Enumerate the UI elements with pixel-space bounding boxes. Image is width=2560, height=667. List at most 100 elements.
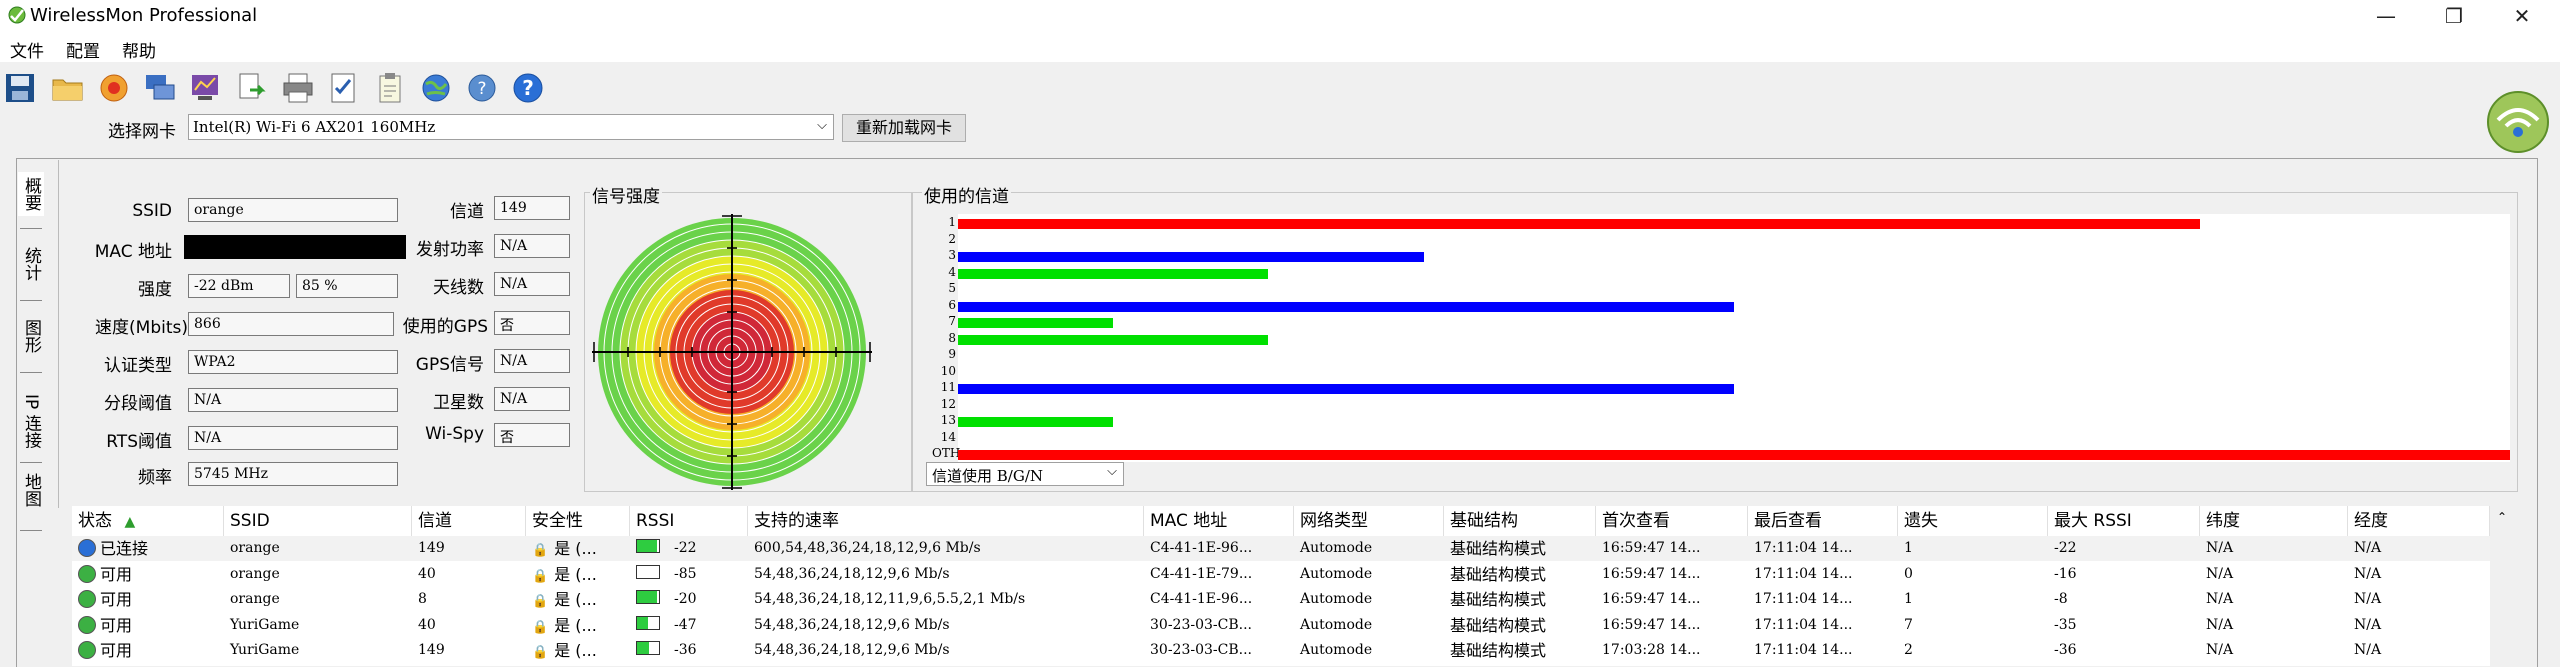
minimize-button[interactable]: — xyxy=(2352,0,2420,34)
column-header[interactable]: 网络类型 xyxy=(1294,506,1444,536)
cell-text: 已连接 xyxy=(100,539,149,558)
column-header-label: 信道 xyxy=(418,511,452,531)
tab-ip-connection[interactable]: IP 连接 xyxy=(18,386,44,456)
table-row[interactable]: 可用 YuriGame 40 🔒 是 (... -47 54,48,36,24,18,12,… xyxy=(72,613,2490,638)
checklist-icon[interactable] xyxy=(326,70,362,106)
column-header[interactable]: MAC 地址 xyxy=(1144,506,1294,536)
column-header[interactable]: 基础结构 xyxy=(1444,506,1596,536)
tab-summary[interactable]: 概要 xyxy=(18,172,44,216)
vertical-scrollbar[interactable]: ⌃ xyxy=(2492,506,2514,666)
svg-text:?: ? xyxy=(522,76,534,100)
cell-text: 30-23-03-CB... xyxy=(1150,642,1252,658)
channel-bar xyxy=(958,252,1424,262)
channel-tick-label: 4 xyxy=(948,264,956,279)
record-icon[interactable] xyxy=(96,70,132,106)
cell-text: 可用 xyxy=(100,590,133,609)
tab-statistics[interactable]: 统计 xyxy=(18,244,44,284)
column-header[interactable]: SSID xyxy=(224,506,412,536)
column-header[interactable]: 最后查看 xyxy=(1748,506,1898,536)
column-header-label: 首次查看 xyxy=(1602,511,1670,531)
cell-infra: 基础结构模式 xyxy=(1444,638,1596,663)
cell-text: 149 xyxy=(418,540,445,556)
connected-status-icon xyxy=(78,539,96,557)
cell-type: Automode xyxy=(1294,613,1444,638)
channel-label: 信道 xyxy=(450,202,484,222)
cell-rates: 54,48,36,24,18,12,9,6 Mb/s xyxy=(748,562,1144,587)
print-icon[interactable] xyxy=(280,70,316,106)
channel-tick-label: 2 xyxy=(948,231,956,246)
cell-text: 7 xyxy=(1904,616,1913,633)
cell-text: 基础结构模式 xyxy=(1450,590,1547,609)
table-row[interactable]: 可用 YuriGame 149 🔒 是 (... -36 54,48,36,24,18,12… xyxy=(72,638,2490,663)
column-header[interactable]: 安全性 xyxy=(526,506,630,536)
reload-adapter-button[interactable]: 重新加载网卡 xyxy=(842,114,966,142)
cell-text: 17:11:04 14... xyxy=(1754,591,1853,607)
cell-mac: C4-41-1E-79... xyxy=(1144,562,1294,587)
export-icon[interactable] xyxy=(234,70,270,106)
column-header[interactable]: 支持的速率 xyxy=(748,506,1144,536)
cell-text: -35 xyxy=(2054,616,2077,633)
column-header[interactable]: 状态 ▲ xyxy=(72,506,224,536)
channel-tick-label: 13 xyxy=(940,413,956,427)
cell-security: 🔒 是 (... xyxy=(526,638,630,663)
globe-icon[interactable] xyxy=(418,70,454,106)
chevron-down-icon: ⌵ xyxy=(1107,464,1117,479)
menu-file[interactable]: 文件 xyxy=(10,37,44,62)
frag-field: N/A xyxy=(188,388,398,412)
cell-infra: 基础结构模式 xyxy=(1444,587,1596,612)
column-header[interactable]: 遗失 xyxy=(1898,506,2048,536)
adapter-select[interactable]: Intel(R) Wi-Fi 6 AX201 160MHz ⌵ xyxy=(188,114,834,140)
cell-lat: N/A xyxy=(2200,562,2348,587)
channel-bar xyxy=(958,318,1114,328)
cell-type: Automode xyxy=(1294,587,1444,612)
cell-ssid: YuriGame xyxy=(224,638,412,663)
tab-graph[interactable]: 图形 xyxy=(18,316,44,356)
channel-bar xyxy=(958,301,1734,312)
graph-icon[interactable] xyxy=(188,70,224,106)
channel-tick-label: 11 xyxy=(940,380,956,394)
lock-icon: 🔒 xyxy=(532,619,549,635)
cell-last: 17:11:04 14... xyxy=(1748,536,1898,561)
cell-text: 16:59:47 14... xyxy=(1602,540,1701,556)
cell-text: -47 xyxy=(674,616,697,633)
channel-mode-select[interactable]: 信道使用 B/G/N ⌵ xyxy=(926,462,1124,486)
column-header[interactable]: 经度 xyxy=(2348,506,2490,536)
table-row[interactable]: 已连接 orange 149 🔒 是 (... -22 600,54,48,36,24,18… xyxy=(72,536,2490,561)
cell-text: -22 xyxy=(2054,540,2077,556)
restore-button[interactable]: ❐ xyxy=(2420,0,2488,34)
column-header[interactable]: 信道 xyxy=(412,506,526,536)
column-header[interactable]: RSSI xyxy=(630,506,748,536)
table-row[interactable]: 可用 orange 8 🔒 是 (... -20 54,48,36,24,18,12,11,… xyxy=(72,587,2490,612)
scroll-up-icon[interactable]: ⌃ xyxy=(2497,510,2507,524)
speed-field: 866 xyxy=(188,312,394,336)
cell-max-rssi: -16 xyxy=(2048,562,2200,587)
channel-bar xyxy=(958,384,1734,394)
cell-text: 54,48,36,24,18,12,11,9,6,5.5,2,1 Mb/s xyxy=(754,591,1026,607)
cell-first: 16:59:47 14... xyxy=(1596,536,1748,561)
save-icon[interactable] xyxy=(2,70,38,106)
close-button[interactable]: ✕ xyxy=(2488,0,2556,34)
cell-text: orange xyxy=(230,591,280,607)
column-header[interactable]: 纬度 xyxy=(2200,506,2348,536)
cell-mac: C4-41-1E-96... xyxy=(1144,587,1294,612)
column-header[interactable]: 最大 RSSI xyxy=(2048,506,2200,536)
table-row[interactable]: 可用 orange 40 🔒 是 (... -85 54,48,36,24,18,12,9,… xyxy=(72,562,2490,587)
network-icon[interactable] xyxy=(142,70,178,106)
menu-bar: 文件 配置 帮助 xyxy=(0,34,2560,62)
cell-text: 40 xyxy=(418,616,436,633)
cell-text: 1 xyxy=(1904,591,1913,607)
menu-config[interactable]: 配置 xyxy=(66,37,100,62)
column-header[interactable]: 首次查看 xyxy=(1596,506,1748,536)
clipboard-icon[interactable] xyxy=(372,70,408,106)
menu-help[interactable]: 帮助 xyxy=(122,37,156,62)
cell-text: -36 xyxy=(674,642,697,658)
cell-text: N/A xyxy=(2354,642,2382,658)
antenna-field: N/A xyxy=(494,272,570,296)
help-icon[interactable]: ? xyxy=(510,70,546,106)
cell-rssi: -36 xyxy=(630,638,748,663)
column-header-label: 遗失 xyxy=(1904,511,1938,531)
open-folder-icon[interactable] xyxy=(50,70,86,106)
lock-icon: 🔒 xyxy=(532,645,549,660)
web-help-icon[interactable]: ? xyxy=(464,70,500,106)
tab-map[interactable]: 地图 xyxy=(18,470,44,510)
